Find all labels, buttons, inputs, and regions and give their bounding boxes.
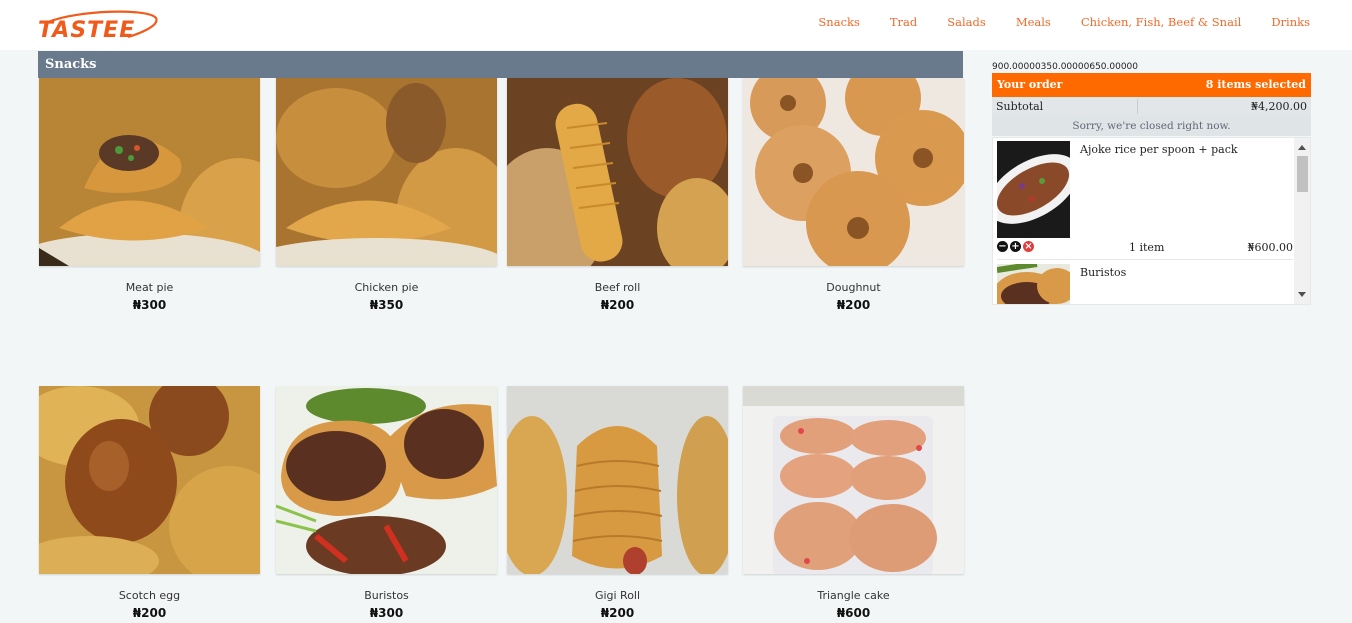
product-price: ₦200	[600, 298, 635, 312]
product-image-gigi-roll[interactable]	[507, 386, 728, 574]
order-item-divider	[997, 259, 1293, 260]
product-card-beef-roll[interactable]: Beef roll ₦200	[507, 78, 728, 312]
product-name: Buristos	[364, 589, 409, 602]
increase-qty-icon[interactable]: +	[1010, 241, 1021, 252]
product-name: Scotch egg	[118, 589, 181, 602]
product-card-doughnut[interactable]: Doughnut ₦200	[743, 78, 964, 312]
product-name: Triangle cake	[817, 589, 890, 602]
product-price: ₦600	[836, 606, 871, 620]
subtotal-row: Subtotal ₦4,200.00	[992, 97, 1311, 116]
items-selected-count: 8 items selected	[1205, 78, 1306, 91]
subtotal-label: Subtotal	[996, 100, 1044, 113]
decrease-qty-icon[interactable]: −	[997, 241, 1008, 252]
product-price: ₦300	[132, 298, 167, 312]
order-header: Your order 8 items selected	[992, 73, 1311, 97]
logo-text: TASTEE	[38, 18, 136, 43]
product-card-scotch-egg[interactable]: Scotch egg ₦200	[39, 386, 260, 620]
tastee-logo[interactable]: TASTEE	[38, 8, 160, 44]
nav-drinks[interactable]: Drinks	[1271, 15, 1310, 29]
debug-values-text: 900.00000350.00000650.00000	[992, 62, 1139, 72]
scroll-down-icon[interactable]	[1298, 292, 1306, 297]
nav-snacks[interactable]: Snacks	[818, 15, 859, 29]
product-price: ₦350	[369, 298, 404, 312]
scrollbar-thumb[interactable]	[1297, 156, 1308, 192]
scroll-up-icon[interactable]	[1298, 145, 1306, 150]
order-item-thumbnail	[997, 264, 1070, 304]
product-name: Gigi Roll	[594, 589, 641, 602]
product-price: ₦200	[132, 606, 167, 620]
order-item-price: ₦600.00	[1247, 241, 1294, 254]
product-image-doughnut[interactable]	[743, 78, 964, 266]
product-card-chicken-pie[interactable]: Chicken pie ₦350	[276, 78, 497, 312]
product-image-meat-pie[interactable]	[39, 78, 260, 266]
product-image-beef-roll[interactable]	[507, 78, 728, 266]
product-image-chicken-pie[interactable]	[276, 78, 497, 266]
product-price: ₦300	[369, 606, 404, 620]
nav-salads[interactable]: Salads	[947, 15, 986, 29]
product-image-scotch-egg[interactable]	[39, 386, 260, 574]
product-card-gigi-roll[interactable]: Gigi Roll ₦200	[507, 386, 728, 620]
order-item-qty: 1 item	[1129, 241, 1165, 254]
order-item-name: Ajoke rice per spoon + pack	[1080, 143, 1238, 156]
product-price: ₦200	[836, 298, 871, 312]
product-card-triangle-cake[interactable]: Triangle cake ₦600	[743, 386, 964, 620]
order-items-list[interactable]: Ajoke rice per spoon + pack − + × 1 item…	[992, 137, 1311, 305]
product-image-triangle-cake[interactable]	[743, 386, 964, 574]
product-name: Chicken pie	[354, 281, 419, 294]
product-card-meat-pie[interactable]: Meat pie ₦300	[39, 78, 260, 312]
main-nav: Snacks Trad Salads Meals Chicken, Fish, …	[818, 15, 1310, 29]
order-item-thumbnail	[997, 141, 1070, 238]
product-card-buristos[interactable]: Buristos ₦300	[276, 386, 497, 620]
order-title: Your order	[997, 78, 1063, 91]
section-title: Snacks	[38, 51, 963, 78]
order-item-name: Buristos	[1080, 266, 1127, 279]
nav-chicken-fish-beef-snail[interactable]: Chicken, Fish, Beef & Snail	[1081, 15, 1241, 29]
subtotal-divider	[1137, 99, 1138, 114]
order-item-controls: − + ×	[997, 241, 1034, 252]
order-list-scrollbar[interactable]	[1294, 138, 1310, 304]
product-name: Doughnut	[826, 281, 881, 294]
closed-message: Sorry, we're closed right now.	[992, 116, 1311, 136]
product-name: Meat pie	[125, 281, 174, 294]
product-image-buristos[interactable]	[276, 386, 497, 574]
subtotal-value: ₦4,200.00	[1251, 100, 1307, 113]
product-name: Beef roll	[594, 281, 641, 294]
nav-meals[interactable]: Meals	[1016, 15, 1051, 29]
remove-item-icon[interactable]: ×	[1023, 241, 1034, 252]
product-price: ₦200	[600, 606, 635, 620]
nav-trad[interactable]: Trad	[890, 15, 917, 29]
top-header: TASTEE Snacks Trad Salads Meals Chicken,…	[0, 0, 1352, 50]
